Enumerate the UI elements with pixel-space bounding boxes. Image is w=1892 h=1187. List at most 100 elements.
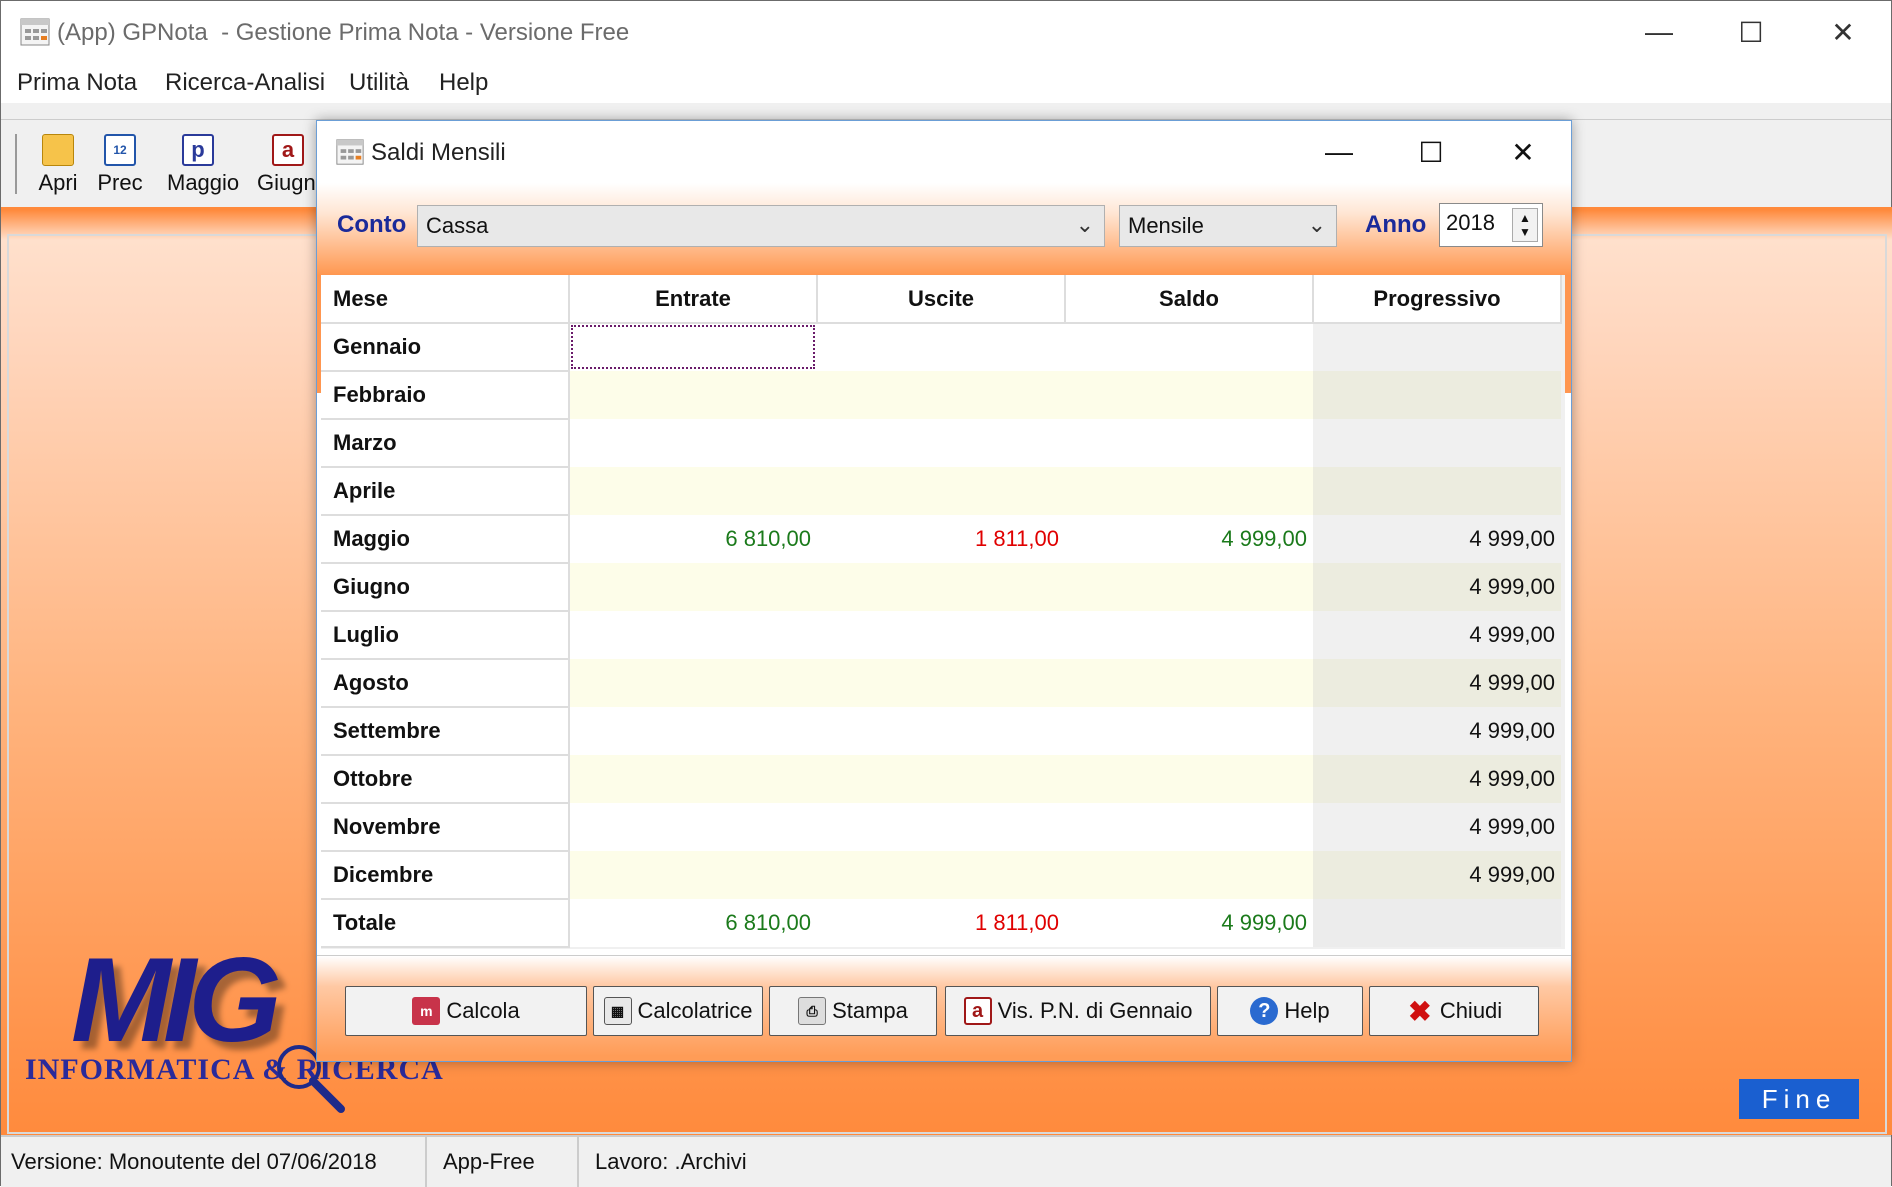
cell-progressivo[interactable] [1313, 419, 1561, 467]
table-row[interactable]: Marzo [321, 419, 1561, 468]
cell-entrate[interactable] [569, 611, 817, 659]
cell-entrate[interactable] [569, 755, 817, 803]
cell-progressivo[interactable]: 4 999,00 [1313, 755, 1561, 803]
conto-select[interactable]: Cassa ⌄ [417, 205, 1105, 247]
cell-saldo[interactable] [1065, 707, 1313, 755]
spin-up-icon[interactable]: ▲ [1519, 211, 1531, 225]
cell-entrate[interactable] [569, 419, 817, 467]
close-button[interactable]: ✕ [1797, 1, 1889, 63]
cell-entrate[interactable]: 6 810,00 [569, 899, 817, 947]
dialog-maximize-button[interactable]: ☐ [1385, 121, 1477, 183]
table-row[interactable]: Agosto 4 999,00 [321, 659, 1561, 708]
table-row[interactable]: Novembre 4 999,00 [321, 803, 1561, 852]
toolbar-maggio-button[interactable]: p Maggio [167, 134, 239, 204]
totale-row[interactable]: Totale 6 810,00 1 811,00 4 999,00 [321, 899, 1561, 948]
focused-cell[interactable] [569, 323, 817, 371]
table-row[interactable]: Luglio 4 999,00 [321, 611, 1561, 660]
cell-entrate[interactable] [569, 563, 817, 611]
fine-button[interactable]: Fine [1739, 1079, 1859, 1119]
cell-saldo[interactable] [1065, 563, 1313, 611]
menu-ricerca-analisi[interactable]: Ricerca-Analisi [165, 69, 325, 97]
col-progressivo[interactable]: Progressivo [1313, 275, 1562, 324]
cell-progressivo[interactable] [1313, 899, 1561, 947]
table-row[interactable]: Ottobre 4 999,00 [321, 755, 1561, 804]
spin-down-icon[interactable]: ▼ [1519, 225, 1531, 239]
cell-progressivo[interactable]: 4 999,00 [1313, 611, 1561, 659]
cell-saldo[interactable] [1065, 323, 1313, 371]
calcolatrice-label: Calcolatrice [637, 998, 753, 1023]
col-mese[interactable]: Mese [321, 275, 570, 324]
cell-saldo[interactable] [1065, 419, 1313, 467]
cell-saldo[interactable] [1065, 755, 1313, 803]
table-row[interactable]: Aprile [321, 467, 1561, 516]
table-row[interactable]: Febbraio [321, 371, 1561, 420]
table-row[interactable]: Settembre 4 999,00 [321, 707, 1561, 756]
cell-saldo[interactable] [1065, 371, 1313, 419]
cell-uscite[interactable] [817, 611, 1065, 659]
dialog-close-button[interactable]: ✕ [1477, 121, 1569, 183]
spinner-arrows[interactable]: ▲ ▼ [1512, 208, 1538, 242]
cell-entrate[interactable]: 6 810,00 [569, 515, 817, 563]
col-entrate[interactable]: Entrate [569, 275, 818, 324]
cell-uscite[interactable] [817, 707, 1065, 755]
help-button[interactable]: ? Help [1217, 986, 1363, 1036]
menu-prima-nota[interactable]: Prima Nota [17, 69, 137, 97]
cell-saldo[interactable] [1065, 611, 1313, 659]
cell-saldo[interactable]: 4 999,00 [1065, 515, 1313, 563]
cell-progressivo[interactable]: 4 999,00 [1313, 515, 1561, 563]
dialog-minimize-button[interactable]: — [1293, 121, 1385, 183]
cell-entrate[interactable] [569, 851, 817, 899]
stampa-button[interactable]: ⎙ Stampa [769, 986, 937, 1036]
cell-progressivo[interactable]: 4 999,00 [1313, 803, 1561, 851]
cell-entrate[interactable] [569, 707, 817, 755]
menubar: Prima Nota Ricerca-Analisi Utilità Help [1, 63, 1891, 103]
cell-uscite[interactable]: 1 811,00 [817, 515, 1065, 563]
cell-uscite[interactable] [817, 419, 1065, 467]
toolbar-apri-button[interactable]: Apri [27, 134, 89, 204]
cell-saldo[interactable] [1065, 851, 1313, 899]
cell-uscite[interactable]: 1 811,00 [817, 899, 1065, 947]
cell-entrate[interactable] [569, 803, 817, 851]
cell-progressivo[interactable] [1313, 467, 1561, 515]
cell-uscite[interactable] [817, 851, 1065, 899]
anno-spinner[interactable]: 2018 ▲ ▼ [1439, 203, 1543, 247]
table-row[interactable]: Giugno 4 999,00 [321, 563, 1561, 612]
cell-uscite[interactable] [817, 323, 1065, 371]
cell-uscite[interactable] [817, 563, 1065, 611]
cell-progressivo[interactable] [1313, 371, 1561, 419]
cell-uscite[interactable] [817, 755, 1065, 803]
vis-pn-label: Vis. P.N. di Gennaio [997, 998, 1193, 1023]
col-saldo[interactable]: Saldo [1065, 275, 1314, 324]
menu-help[interactable]: Help [439, 69, 488, 97]
toolbar-giugno-button[interactable]: a Giugno [257, 134, 328, 204]
vis-pn-button[interactable]: a Vis. P.N. di Gennaio [945, 986, 1211, 1036]
cell-entrate[interactable] [569, 467, 817, 515]
cell-saldo[interactable] [1065, 467, 1313, 515]
cell-uscite[interactable] [817, 371, 1065, 419]
cell-progressivo[interactable] [1313, 323, 1561, 371]
col-uscite[interactable]: Uscite [817, 275, 1066, 324]
maximize-button[interactable]: ☐ [1705, 1, 1797, 63]
cell-progressivo[interactable]: 4 999,00 [1313, 707, 1561, 755]
calcola-button[interactable]: m Calcola [345, 986, 587, 1036]
table-row[interactable]: Dicembre 4 999,00 [321, 851, 1561, 900]
cell-saldo[interactable]: 4 999,00 [1065, 899, 1313, 947]
period-select[interactable]: Mensile ⌄ [1119, 205, 1337, 247]
cell-progressivo[interactable]: 4 999,00 [1313, 563, 1561, 611]
cell-uscite[interactable] [817, 467, 1065, 515]
cell-entrate[interactable] [569, 371, 817, 419]
menu-utilita[interactable]: Utilità [349, 69, 409, 97]
table-row[interactable]: Maggio 6 810,00 1 811,00 4 999,00 4 999,00 [321, 515, 1561, 564]
cell-uscite[interactable] [817, 659, 1065, 707]
cell-progressivo[interactable]: 4 999,00 [1313, 851, 1561, 899]
minimize-button[interactable]: — [1613, 1, 1705, 63]
chiudi-button[interactable]: ✖ Chiudi [1369, 986, 1539, 1036]
cell-saldo[interactable] [1065, 659, 1313, 707]
table-row[interactable]: Gennaio [321, 323, 1561, 372]
cell-saldo[interactable] [1065, 803, 1313, 851]
cell-entrate[interactable] [569, 659, 817, 707]
cell-progressivo[interactable]: 4 999,00 [1313, 659, 1561, 707]
calcolatrice-button[interactable]: ▦ Calcolatrice [593, 986, 763, 1036]
cell-uscite[interactable] [817, 803, 1065, 851]
toolbar-prec-button[interactable]: 12 Prec [89, 134, 151, 204]
